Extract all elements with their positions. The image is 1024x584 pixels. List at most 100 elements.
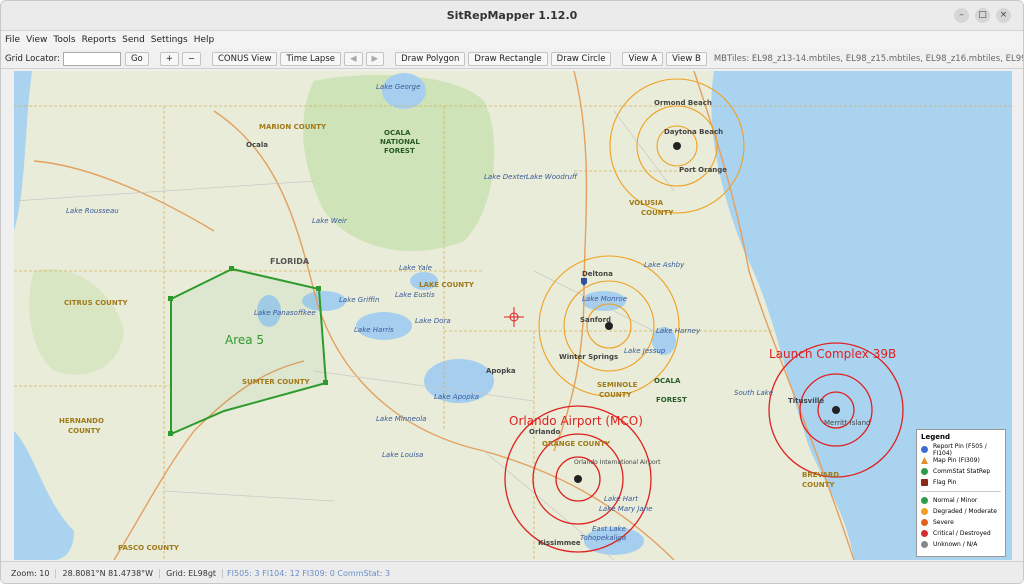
lake-louisa: Lake Louisa xyxy=(382,451,424,459)
status-coords: 28.8081°N 81.4738°W xyxy=(56,569,161,578)
lake-george: Lake George xyxy=(376,83,421,91)
legend-status: Critical / Destroyed xyxy=(921,528,1001,539)
ocala-nf-label: OCALA xyxy=(384,129,411,137)
east-lake-2: Tohopekaliga xyxy=(580,534,627,542)
city-sanford: Sanford xyxy=(580,316,612,324)
lake-dexter: Lake Dexter xyxy=(484,173,527,181)
zoom-out-button[interactable]: − xyxy=(181,51,201,66)
withlacoochee-forest xyxy=(29,269,124,375)
status-degraded-icon xyxy=(921,508,928,515)
merritt-island: Merritt Island xyxy=(824,419,871,427)
legend-label: Map Pin (FI309) xyxy=(933,457,980,464)
county-marion: MARION COUNTY xyxy=(259,123,327,131)
lake-panasoffkee: Lake Panasoffkee xyxy=(254,309,316,317)
title-bar: SitRepMapper 1.12.0 – □ × xyxy=(1,1,1023,31)
legend-label: Flag Pin xyxy=(933,479,957,486)
state-label: FLORIDA xyxy=(270,257,310,266)
legend-status: Normal / Minor xyxy=(921,495,1001,506)
county-seminole-2: COUNTY xyxy=(599,391,632,399)
status-severe-icon xyxy=(921,519,928,526)
legend-divider xyxy=(921,491,1001,492)
close-button[interactable]: × xyxy=(996,8,1011,23)
area5-label: Area 5 xyxy=(225,333,265,347)
menu-settings[interactable]: Settings xyxy=(151,35,188,45)
draw-polygon-button[interactable]: Draw Polygon xyxy=(395,51,466,66)
view-b-button[interactable]: View B xyxy=(666,51,707,66)
menu-view[interactable]: View xyxy=(26,35,47,45)
city-winter-springs: Winter Springs xyxy=(559,353,619,361)
county-brevard: BREVARD xyxy=(802,471,840,479)
ocala-nf-label-3: FOREST xyxy=(384,147,415,155)
zoom-in-button[interactable]: + xyxy=(159,51,179,66)
legend-status: Severe xyxy=(921,517,1001,528)
legend-item: Report Pin (F505 / FI104) xyxy=(921,443,1001,457)
county-volusia: VOLUSIA xyxy=(629,199,664,207)
lake-monroe: Lake Monroe xyxy=(582,295,628,303)
grid-locator-input[interactable] xyxy=(62,51,121,66)
window-title: SitRepMapper 1.12.0 xyxy=(446,9,578,22)
draw-rectangle-button[interactable]: Draw Rectangle xyxy=(468,51,548,66)
city-deltona: Deltona xyxy=(582,270,613,278)
county-volusia-2: COUNTY xyxy=(641,209,674,217)
menu-file[interactable]: File xyxy=(5,35,20,45)
view-a-button[interactable]: View A xyxy=(622,51,664,66)
east-lake: East Lake xyxy=(592,525,626,533)
county-pasco: PASCO COUNTY xyxy=(118,544,179,552)
grid-locator-label: Grid Locator: xyxy=(5,53,60,64)
next-frame-button[interactable]: ▶ xyxy=(365,51,385,66)
lake-harris: Lake Harris xyxy=(354,326,394,334)
maximize-button[interactable]: □ xyxy=(975,8,990,23)
county-sumter: SUMTER COUNTY xyxy=(242,378,310,386)
flag-pin-icon xyxy=(921,479,928,486)
lake-george-shape xyxy=(382,73,426,109)
menu-send[interactable]: Send xyxy=(122,35,145,45)
conus-view-button[interactable]: CONUS View xyxy=(212,51,278,66)
county-hernando: HERNANDO xyxy=(59,417,104,425)
toolbar: Grid Locator: Go + − CONUS View Time Lap… xyxy=(1,49,1023,69)
menu-tools[interactable]: Tools xyxy=(53,35,75,45)
status-normal-icon xyxy=(921,497,928,504)
legend-label: Unknown / N/A xyxy=(933,541,978,548)
launch-label: Launch Complex 39B xyxy=(769,347,897,361)
status-zoom: Zoom: 10 xyxy=(5,569,57,578)
time-lapse-button[interactable]: Time Lapse xyxy=(280,51,341,66)
gulf-south xyxy=(14,431,74,560)
map-canvas[interactable]: Area 5 Orlando Airport (MCO) Launch Comp… xyxy=(14,71,1012,560)
legend-label: Critical / Destroyed xyxy=(933,530,991,537)
county-hernando-2: COUNTY xyxy=(68,427,101,435)
county-citrus: CITRUS COUNTY xyxy=(64,299,128,307)
city-orlando: Orlando xyxy=(529,428,561,436)
map-legend: Legend Report Pin (F505 / FI104) Map Pin… xyxy=(916,429,1006,557)
ocala-nf-label-2: NATIONAL xyxy=(380,138,420,146)
draw-circle-button[interactable]: Draw Circle xyxy=(550,51,612,66)
minimize-button[interactable]: – xyxy=(954,8,969,23)
go-button[interactable]: Go xyxy=(124,51,149,66)
menu-reports[interactable]: Reports xyxy=(82,35,117,45)
lake-harney: Lake Harney xyxy=(656,327,701,335)
report-pin-icon xyxy=(921,446,928,453)
lake-apopka: Lake Apopka xyxy=(434,393,480,401)
lake-mary-jane: Lake Mary Jane xyxy=(599,505,653,513)
orlando-label: Orlando Airport (MCO) xyxy=(509,414,643,428)
status-critical-icon xyxy=(921,530,928,537)
lake-minneola: Lake Minneola xyxy=(376,415,427,423)
orlando-marker xyxy=(574,475,582,483)
legend-status: Unknown / N/A xyxy=(921,539,1001,550)
status-bar: Zoom: 10 28.8081°N 81.4738°W Grid: EL98g… xyxy=(1,561,1023,583)
city-port-orange: Port Orange xyxy=(679,166,728,174)
gulf-north xyxy=(14,71,32,231)
legend-label: Normal / Minor xyxy=(933,497,978,504)
app-window: SitRepMapper 1.12.0 – □ × File View Tool… xyxy=(0,0,1024,584)
city-titusville: Titusville xyxy=(788,397,825,405)
mbtiles-list: MBTiles: EL98_z13-14.mbtiles, EL98_z15.m… xyxy=(713,53,1023,64)
daytona-marker xyxy=(673,142,681,150)
crosshair-icon xyxy=(504,307,524,327)
map-base xyxy=(14,71,1012,560)
lake-dora: Lake Dora xyxy=(415,317,451,325)
menu-help[interactable]: Help xyxy=(194,35,215,45)
area5-polygon xyxy=(170,267,328,436)
prev-frame-button[interactable]: ◀ xyxy=(344,51,363,66)
lake-eustis: Lake Eustis xyxy=(395,291,435,299)
legend-label: Degraded / Moderate xyxy=(933,508,997,515)
city-apopka: Apopka xyxy=(486,367,516,375)
